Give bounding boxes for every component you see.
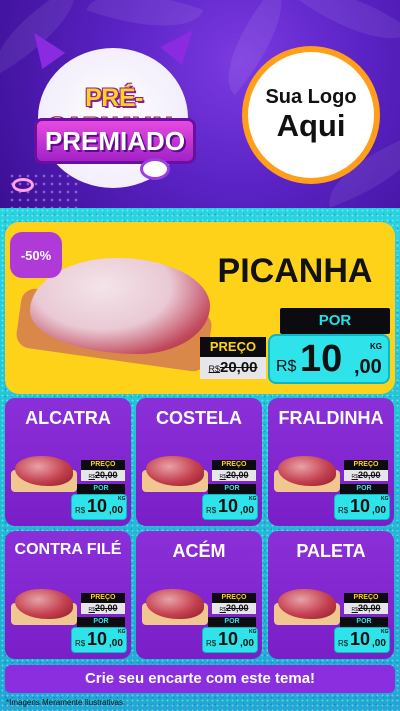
discount-badge: -50%: [10, 232, 62, 278]
disclaimer-text: *Imagens Meramente Ilustrativas: [6, 698, 123, 707]
price-decimal: ,00: [372, 638, 386, 649]
trumpet-icon: [160, 20, 204, 66]
old-price-label: PREÇO: [344, 593, 388, 603]
featured-old-price: R$20,00: [200, 357, 266, 379]
price-integer: 10: [218, 496, 239, 516]
old-price: R$20,00: [212, 603, 256, 614]
old-price: R$20,00: [81, 470, 125, 481]
product-card: FRALDINHA PREÇO R$20,00 POR R$ 10,00 KG: [268, 398, 394, 526]
old-price-label: PREÇO: [344, 460, 388, 470]
price-integer: 10: [300, 338, 343, 380]
price-integer: 10: [87, 496, 108, 516]
drum-icon: [140, 158, 170, 180]
new-price: R$ 10,00 KG: [71, 627, 127, 653]
store-logo-placeholder: Sua Logo Aqui: [242, 46, 380, 184]
product-name: ACÉM: [172, 541, 226, 561]
new-price: R$ 10,00 KG: [202, 494, 258, 520]
old-price-label: PREÇO: [81, 593, 125, 603]
price-currency: R$: [75, 639, 86, 648]
product-card: ACÉM PREÇO R$20,00 POR R$ 10,00 KG: [136, 531, 262, 659]
old-price-label: PREÇO: [212, 593, 256, 603]
price-currency: R$: [206, 506, 217, 515]
price-decimal: ,00: [240, 638, 254, 649]
old-price-value: 20,00: [357, 603, 381, 613]
featured-new-price: R$ 10 ,00 KG: [268, 334, 390, 384]
logo-inner: Sua Logo Aqui: [248, 52, 374, 178]
campaign-header: PRÉ-CARNAVAL PREMIADO Sua Logo Aqui: [0, 0, 400, 208]
old-price-value: 20,00: [225, 603, 249, 613]
old-price-currency: R$: [208, 364, 220, 374]
old-price-label: PREÇO: [212, 460, 256, 470]
product-card: COSTELA PREÇO R$20,00 POR R$ 10,00 KG: [136, 398, 262, 526]
logo-text-line1: Sua Logo: [265, 86, 357, 109]
new-price-label: POR: [208, 617, 256, 627]
featured-product-name: PICANHA: [217, 252, 373, 290]
price-unit: KG: [118, 496, 126, 502]
new-price-label: POR: [77, 484, 125, 494]
new-price: R$ 10,00 KG: [71, 494, 127, 520]
product-name: ALCATRA: [25, 408, 111, 428]
campaign-emblem: PRÉ-CARNAVAL PREMIADO: [22, 20, 204, 190]
price-unit: KG: [118, 629, 126, 635]
old-price: R$20,00: [81, 603, 125, 614]
price-decimal: ,00: [240, 505, 254, 516]
price-unit: KG: [249, 629, 257, 635]
new-price-label: POR: [208, 484, 256, 494]
product-name: COSTELA: [155, 408, 242, 428]
product-name: PALETA: [296, 541, 366, 561]
price-integer: 10: [218, 629, 239, 649]
old-price: R$20,00: [344, 470, 388, 481]
product-card: PALETA PREÇO R$20,00 POR R$ 10,00 KG: [268, 531, 394, 659]
price-unit: KG: [381, 496, 389, 502]
product-card: ALCATRA PREÇO R$20,00 POR R$ 10,00 KG: [5, 398, 131, 526]
featured-new-price-label: POR: [280, 308, 390, 334]
logo-text-line2: Aqui: [276, 108, 346, 144]
price-unit: KG: [370, 342, 382, 351]
new-price-label: POR: [340, 617, 388, 627]
new-price-label: POR: [340, 484, 388, 494]
price-decimal: ,00: [109, 505, 123, 516]
new-price: R$ 10,00 KG: [334, 627, 390, 653]
featured-old-price-label: PREÇO: [200, 337, 266, 357]
new-price: R$ 10,00 KG: [334, 494, 390, 520]
price-unit: KG: [249, 496, 257, 502]
price-integer: 10: [87, 629, 108, 649]
old-price-label: PREÇO: [81, 460, 125, 470]
old-price-value: 20,00: [94, 470, 118, 480]
price-currency: R$: [206, 639, 217, 648]
product-name: FRALDINHA: [278, 408, 384, 428]
price-currency: R$: [338, 639, 349, 648]
price-currency: R$: [75, 506, 86, 515]
new-price-label: POR: [77, 617, 125, 627]
product-name: CONTRA FILÉ: [14, 541, 122, 558]
old-price: R$20,00: [344, 603, 388, 614]
price-integer: 10: [350, 496, 371, 516]
old-price-value: 20,00: [219, 359, 258, 376]
price-unit: KG: [381, 629, 389, 635]
old-price: R$20,00: [212, 470, 256, 481]
old-price-value: 20,00: [94, 603, 118, 613]
old-price-value: 20,00: [225, 470, 249, 480]
price-currency: R$: [338, 506, 349, 515]
price-integer: 10: [350, 629, 371, 649]
product-card: CONTRA FILÉ PREÇO R$20,00 POR R$ 10,00 KG: [5, 531, 131, 659]
price-decimal: ,00: [109, 638, 123, 649]
new-price: R$ 10,00 KG: [202, 627, 258, 653]
price-decimal: ,00: [354, 356, 382, 378]
price-currency: R$: [276, 358, 297, 375]
campaign-subtitle: PREMIADO: [44, 126, 186, 156]
old-price-value: 20,00: [357, 470, 381, 480]
price-decimal: ,00: [372, 505, 386, 516]
cta-banner[interactable]: Crie seu encarte com este tema!: [5, 665, 395, 693]
